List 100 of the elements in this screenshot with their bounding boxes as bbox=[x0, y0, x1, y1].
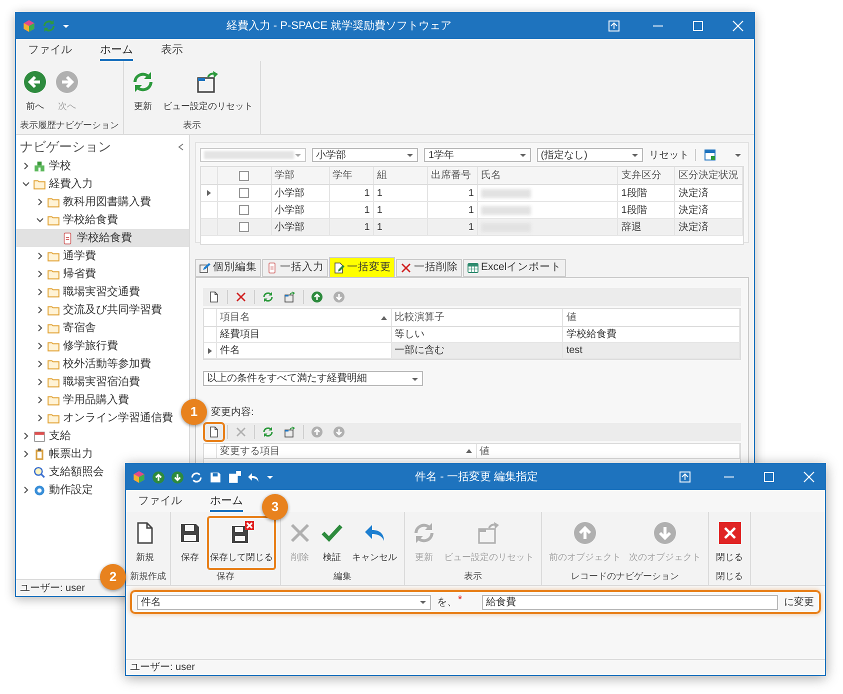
tab[interactable]: 一括削除 bbox=[396, 259, 462, 277]
window-pin-icon bbox=[679, 471, 691, 483]
column-header[interactable]: 出席番号 bbox=[428, 167, 478, 184]
undo-icon bbox=[247, 470, 260, 484]
dropdown[interactable]: 小学部 bbox=[312, 148, 418, 162]
folder-icon bbox=[47, 250, 60, 262]
sort-ascending-icon bbox=[464, 447, 472, 455]
column-header[interactable]: 学年 bbox=[330, 167, 374, 184]
dropdown[interactable] bbox=[200, 148, 306, 162]
table-row[interactable]: 件名 一部に含む test bbox=[204, 343, 740, 359]
ribbon-button[interactable]: 保存して閉じる bbox=[207, 516, 276, 570]
tree-item[interactable]: 経費入力 bbox=[16, 175, 95, 193]
tab[interactable]: 一括入力 bbox=[262, 259, 328, 277]
column-header[interactable]: 氏名 bbox=[478, 167, 618, 184]
edit-icon bbox=[199, 262, 211, 274]
ribbon-group-label: 閉じる bbox=[715, 570, 744, 582]
table-cell: 1段階 bbox=[618, 202, 676, 218]
column-header[interactable]: 組 bbox=[374, 167, 428, 184]
reset-link[interactable]: リセット bbox=[649, 148, 690, 162]
ribbon-button[interactable]: キャンセル bbox=[349, 516, 400, 570]
dropdown[interactable]: 1学年 bbox=[424, 148, 531, 162]
folder-icon bbox=[47, 340, 60, 352]
tree-item[interactable]: 通学費 bbox=[16, 247, 98, 265]
tree-item[interactable]: 帰省費 bbox=[16, 265, 98, 283]
menu-tab[interactable]: ファイル bbox=[138, 492, 182, 512]
tree-item[interactable]: 学校給食費 bbox=[16, 211, 120, 229]
tree-item[interactable]: 動作設定 bbox=[16, 481, 95, 499]
ribbon-button[interactable]: 保存 bbox=[175, 516, 205, 570]
tree-item[interactable]: 校外活動等参加費 bbox=[16, 355, 153, 373]
checkbox[interactable] bbox=[239, 222, 250, 232]
ribbon-group-label: 新規作成 bbox=[130, 570, 166, 582]
search-icon bbox=[33, 466, 46, 478]
ribbon-button[interactable]: 更新 bbox=[128, 65, 158, 118]
ribbon-button[interactable]: 新規 bbox=[130, 516, 160, 570]
toolbar-button[interactable] bbox=[205, 424, 223, 440]
input-field[interactable]: 給食費 bbox=[482, 594, 778, 610]
ribbon-group-label: 編集 bbox=[332, 570, 352, 582]
tree-item[interactable]: 支給額照会 bbox=[16, 463, 106, 481]
save-icon bbox=[209, 470, 222, 484]
checkbox[interactable] bbox=[239, 170, 250, 180]
tree-item[interactable]: 交流及び共同学習費 bbox=[16, 301, 164, 319]
up-arrow-icon bbox=[311, 291, 323, 303]
tree-item[interactable]: 職場実習宿泊費 bbox=[16, 373, 142, 391]
table-row[interactable]: 小学部 1 1 1 1段階 決定済 bbox=[201, 202, 743, 219]
column-header[interactable]: 値 bbox=[566, 310, 576, 325]
tree-item[interactable]: 学校 bbox=[16, 157, 73, 175]
checkbox[interactable] bbox=[239, 205, 250, 215]
table-cell: 1 bbox=[374, 202, 428, 218]
table-cell: 1段階 bbox=[618, 185, 676, 201]
blurred-name bbox=[480, 206, 531, 214]
ribbon-group-label: レコードのナビゲーション bbox=[570, 570, 680, 582]
tree-item[interactable]: 修学旅行費 bbox=[16, 337, 120, 355]
tree-item[interactable]: 教科用図書購入費 bbox=[16, 193, 153, 211]
tree-item[interactable]: 寄宿舎 bbox=[16, 319, 98, 337]
up-arrow-icon bbox=[311, 426, 323, 438]
refresh-icon bbox=[42, 19, 56, 33]
column-header[interactable]: 変更する項目 bbox=[220, 444, 280, 458]
menu-tab[interactable]: ファイル bbox=[28, 42, 72, 61]
delete-icon bbox=[288, 521, 312, 545]
delete-icon bbox=[235, 291, 247, 303]
table-cell: test bbox=[563, 343, 740, 358]
dropdown[interactable]: 件名 bbox=[137, 594, 431, 610]
column-header[interactable]: 区分決定状況 bbox=[675, 167, 744, 184]
tree-item[interactable]: 学用品購入費 bbox=[16, 391, 131, 409]
column-header[interactable]: 値 bbox=[480, 444, 490, 458]
table-row[interactable]: 小学部 1 1 1 辞退 決定済 bbox=[201, 219, 743, 236]
ribbon-button[interactable]: 前へ bbox=[20, 65, 50, 118]
tree-item[interactable]: 支給 bbox=[16, 427, 73, 445]
window-title: 件名 - 一括変更 編集指定 bbox=[414, 470, 539, 485]
column-header[interactable]: 学部 bbox=[272, 167, 330, 184]
folder-icon bbox=[47, 322, 60, 334]
table-cell: 学校給食費 bbox=[563, 327, 740, 342]
dropdown[interactable]: 以上の条件をすべて満たす経費明細 bbox=[203, 371, 423, 386]
column-header[interactable]: 項目名 bbox=[220, 310, 250, 325]
ribbon-button[interactable]: ビュー設定のリセット bbox=[160, 65, 256, 118]
tab[interactable]: 個別編集 bbox=[195, 259, 261, 277]
column-header[interactable]: 比較演算子 bbox=[394, 310, 445, 325]
column-header[interactable]: 支弁区分 bbox=[618, 167, 676, 184]
folder-icon bbox=[47, 412, 60, 424]
table-cell: 決定済 bbox=[675, 219, 744, 235]
menu-tab[interactable]: 表示 bbox=[161, 42, 183, 61]
logo-icon bbox=[22, 19, 36, 33]
ribbon-group-label: 表示履歴ナビゲーション bbox=[20, 118, 119, 132]
tree-item[interactable]: 学校給食費 bbox=[16, 229, 189, 247]
table-cell: 小学部 bbox=[272, 202, 330, 218]
folder-icon bbox=[47, 304, 60, 316]
tree-item[interactable]: 職場実習交通費 bbox=[16, 283, 142, 301]
tree-item[interactable]: オンライン学習通信費 bbox=[16, 409, 175, 427]
new-document-icon bbox=[208, 291, 220, 303]
close-icon bbox=[732, 20, 744, 32]
checkbox[interactable] bbox=[239, 188, 250, 198]
tab[interactable]: 一括変更 bbox=[329, 257, 395, 277]
tab[interactable]: Excelインポート bbox=[463, 259, 566, 277]
table-cell: 一部に含む bbox=[392, 343, 564, 358]
pane-title: ナビゲーション bbox=[20, 138, 111, 156]
dropdown[interactable]: (指定なし) bbox=[536, 148, 644, 162]
ribbon-button[interactable]: 閉じる bbox=[713, 516, 746, 570]
ribbon-button[interactable]: 検証 bbox=[317, 516, 347, 570]
tree-item[interactable]: 帳票出力 bbox=[16, 445, 95, 463]
table-row[interactable]: 小学部 1 1 1 1段階 決定済 bbox=[201, 185, 743, 202]
